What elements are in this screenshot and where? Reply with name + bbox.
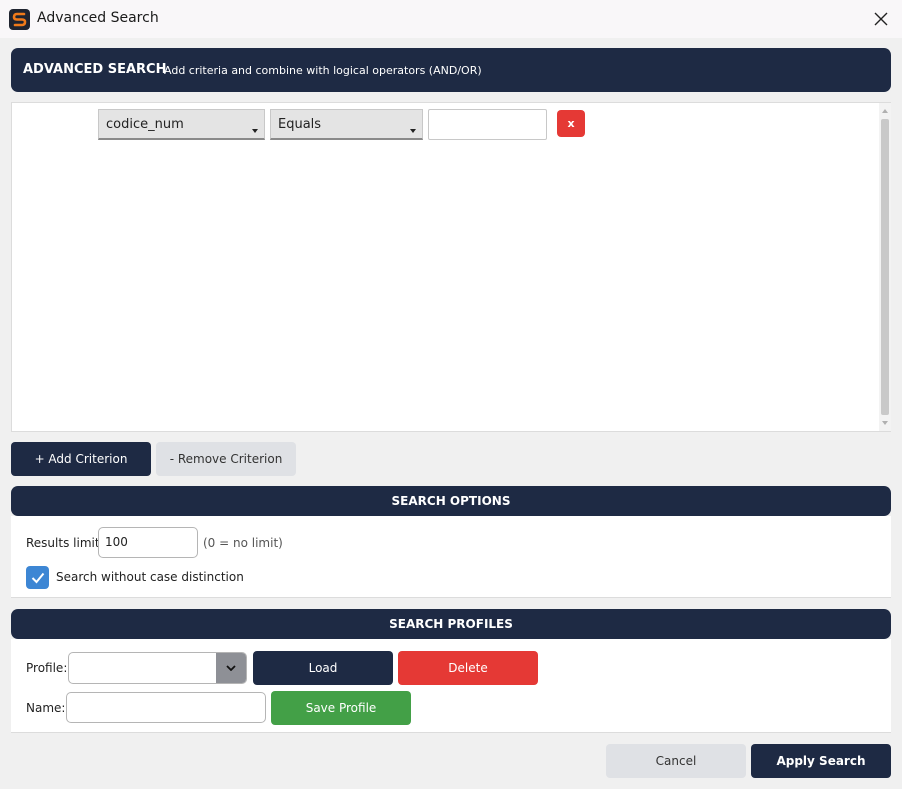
header-title: ADVANCED SEARCH (23, 62, 167, 77)
criterion-value-input[interactable] (428, 109, 547, 140)
advanced-search-header: ADVANCED SEARCH Add criteria and combine… (11, 48, 891, 92)
cancel-button[interactable]: Cancel (606, 744, 746, 778)
close-icon[interactable] (870, 8, 892, 30)
load-profile-button[interactable]: Load (253, 651, 393, 685)
dialog-body: ADVANCED SEARCH Add criteria and combine… (0, 38, 902, 789)
search-options-header: SEARCH OPTIONS (11, 486, 891, 516)
scroll-down-icon[interactable] (882, 421, 888, 425)
chevron-down-icon (252, 129, 258, 133)
case-insensitive-checkbox[interactable] (26, 566, 49, 589)
criterion-operator-value: Equals (278, 117, 322, 132)
profile-dropdown-toggle[interactable] (216, 653, 246, 683)
profile-select[interactable] (68, 652, 247, 684)
profile-name-label: Name: (26, 701, 66, 715)
load-profile-label: Load (308, 661, 338, 675)
window-title: Advanced Search (37, 10, 159, 26)
case-insensitive-label[interactable]: Search without case distinction (56, 570, 244, 584)
search-options-panel: Results limit: 100 (0 = no limit) Search… (11, 516, 891, 598)
criterion-field-value: codice_num (106, 117, 184, 132)
add-criterion-label: + Add Criterion (34, 452, 128, 466)
save-profile-label: Save Profile (305, 701, 377, 715)
criterion-operator-select[interactable]: Equals (270, 109, 423, 140)
profile-label: Profile: (26, 661, 68, 675)
app-logo-icon (9, 9, 30, 30)
apply-search-label: Apply Search (776, 754, 866, 768)
cancel-label: Cancel (655, 754, 697, 768)
save-profile-button[interactable]: Save Profile (271, 691, 411, 725)
profile-name-input[interactable] (66, 692, 266, 723)
scrollbar-thumb[interactable] (881, 119, 889, 415)
add-criterion-button[interactable]: + Add Criterion (11, 442, 151, 476)
results-limit-value: 100 (105, 535, 128, 549)
criteria-list: codice_num Equals x (11, 102, 891, 432)
results-limit-hint: (0 = no limit) (203, 536, 283, 550)
search-profiles-title: SEARCH PROFILES (389, 617, 513, 631)
criteria-scrollbar[interactable] (879, 103, 891, 431)
search-options-title: SEARCH OPTIONS (391, 494, 511, 508)
delete-profile-label: Delete (448, 661, 488, 675)
window-titlebar: Advanced Search (0, 0, 902, 38)
results-limit-label: Results limit: (26, 536, 104, 550)
delete-profile-button[interactable]: Delete (398, 651, 538, 685)
chevron-down-icon (410, 129, 416, 133)
remove-criterion-label: - Remove Criterion (169, 452, 283, 466)
apply-search-button[interactable]: Apply Search (751, 744, 891, 778)
remove-criterion-button[interactable]: - Remove Criterion (156, 442, 296, 476)
search-profiles-header: SEARCH PROFILES (11, 609, 891, 639)
remove-criterion-row-label: x (567, 117, 575, 130)
header-subtitle: Add criteria and combine with logical op… (164, 64, 482, 77)
search-profiles-panel: Profile: Load Delete Name: Save Profile (11, 639, 891, 733)
checkmark-icon (31, 572, 44, 583)
results-limit-input[interactable]: 100 (98, 527, 198, 558)
criterion-field-select[interactable]: codice_num (98, 109, 265, 140)
remove-criterion-row-button[interactable]: x (557, 110, 585, 137)
chevron-down-icon (226, 665, 236, 671)
scroll-up-icon[interactable] (882, 109, 888, 113)
